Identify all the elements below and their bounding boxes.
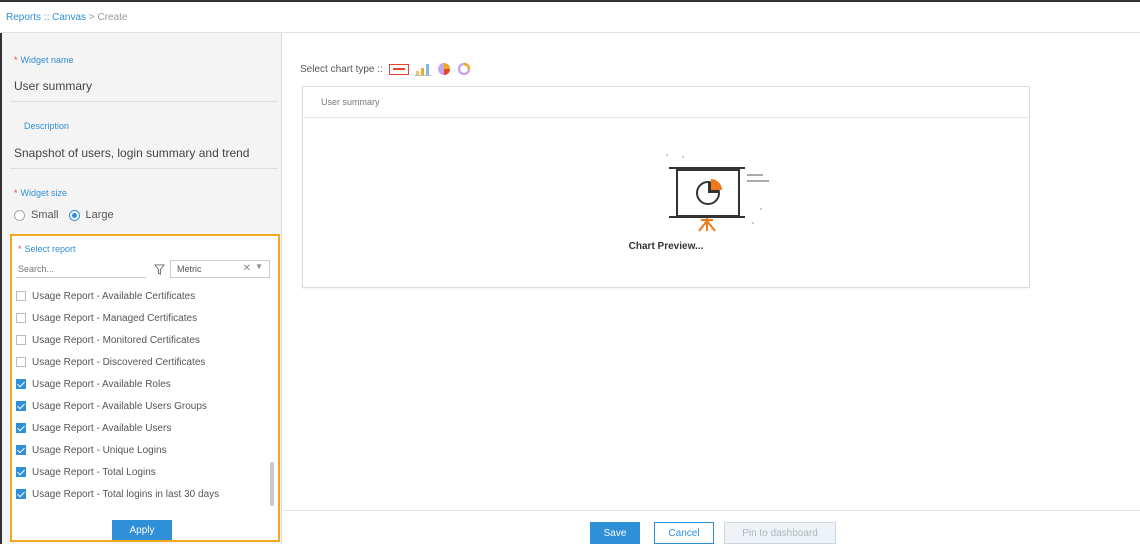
widget-config-panel: * Widget name User summary Description Sn…: [0, 33, 282, 544]
pie-chart-icon[interactable]: [437, 62, 451, 76]
widget-name-input[interactable]: User summary: [14, 79, 92, 93]
divider: [303, 117, 1029, 118]
clear-icon[interactable]: ✕: [243, 263, 251, 274]
report-list-item[interactable]: Usage Report - Managed Certificates: [16, 307, 268, 329]
select-report-section: *Select report Metric ✕ ▼ Usage Report -…: [10, 234, 280, 542]
cancel-button[interactable]: Cancel: [654, 522, 714, 544]
presentation-board-icon: [663, 153, 773, 240]
report-list-scrollbar[interactable]: [270, 462, 274, 506]
widget-size-radio-group: Small Large: [14, 209, 114, 221]
report-list-item[interactable]: Usage Report - Available Users: [16, 417, 268, 439]
donut-chart-icon[interactable]: [457, 62, 471, 76]
report-label: Usage Report - Total logins in last 30 d…: [32, 488, 220, 500]
bar-chart-icon[interactable]: [414, 62, 431, 76]
radio-large-label: Large: [85, 209, 114, 221]
report-list: Usage Report - Available Certificates Us…: [16, 285, 268, 505]
report-label: Usage Report - Monitored Certificates: [32, 334, 200, 346]
save-button[interactable]: Save: [590, 522, 640, 544]
widget-name-label: * Widget name: [14, 55, 74, 65]
report-label: Usage Report - Available Certificates: [32, 290, 196, 302]
report-label: Usage Report - Available Roles: [32, 378, 171, 390]
preview-title: User summary: [321, 97, 380, 107]
report-list-item[interactable]: Usage Report - Available Certificates: [16, 285, 268, 307]
table-icon[interactable]: [388, 62, 409, 76]
description-input[interactable]: Snapshot of users, login summary and tre…: [14, 146, 249, 160]
report-label: Usage Report - Available Users: [32, 422, 172, 434]
report-label: Usage Report - Total Logins: [32, 466, 156, 478]
divider: [10, 168, 278, 169]
report-list-item[interactable]: Usage Report - Discovered Certificates: [16, 351, 268, 373]
breadcrumb-separator: >: [86, 12, 98, 23]
chart-preview-caption: Chart Preview...: [628, 241, 704, 252]
radio-small-label: Small: [31, 209, 59, 221]
chart-preview-card: User summary Chart Preview...: [302, 86, 1030, 288]
breadcrumb-separator: ::: [41, 12, 53, 23]
report-checkbox[interactable]: [16, 445, 26, 455]
divider: [10, 101, 278, 102]
select-report-label: * Select report: [18, 244, 76, 254]
breadcrumb-canvas[interactable]: Canvas: [52, 12, 86, 23]
report-checkbox[interactable]: [16, 401, 26, 411]
metric-select[interactable]: Metric ✕ ▼: [170, 260, 270, 278]
report-label: Usage Report - Available Users Groups: [32, 400, 207, 412]
metric-select-value: Metric: [177, 264, 202, 274]
report-list-item[interactable]: Usage Report - Unique Logins: [16, 439, 268, 461]
report-list-item[interactable]: Usage Report - Available Users Groups: [16, 395, 268, 417]
window-top-border: [0, 0, 1140, 2]
report-checkbox[interactable]: [16, 357, 26, 367]
report-label: Usage Report - Discovered Certificates: [32, 356, 206, 368]
report-checkbox[interactable]: [16, 423, 26, 433]
report-label: Usage Report - Managed Certificates: [32, 312, 198, 324]
chart-type-selector: Select chart type ::: [300, 62, 471, 76]
radio-small[interactable]: [14, 209, 25, 221]
report-checkbox[interactable]: [16, 335, 26, 345]
widget-size-label: * Widget size: [14, 188, 68, 198]
breadcrumb-current: Create: [97, 12, 128, 23]
report-checkbox[interactable]: [16, 313, 26, 323]
report-checkbox[interactable]: [16, 467, 26, 477]
report-list-item[interactable]: Usage Report - Monitored Certificates: [16, 329, 268, 351]
apply-button[interactable]: Apply: [112, 520, 172, 540]
pin-to-dashboard-button[interactable]: Pin to dashboard: [724, 522, 836, 544]
breadcrumb: Reports :: Canvas > Create: [6, 12, 127, 23]
report-label: Usage Report - Unique Logins: [32, 444, 167, 456]
chart-type-label: Select chart type ::: [300, 63, 383, 75]
report-checkbox[interactable]: [16, 291, 26, 301]
description-label: Description: [24, 121, 70, 131]
report-checkbox[interactable]: [16, 489, 26, 499]
radio-large[interactable]: [68, 209, 80, 221]
report-list-item[interactable]: Usage Report - Available Roles: [16, 373, 268, 395]
report-list-item[interactable]: Usage Report - Total Logins: [16, 461, 268, 483]
filter-icon[interactable]: [150, 260, 168, 278]
chevron-down-icon[interactable]: ▼: [255, 262, 263, 271]
breadcrumb-reports[interactable]: Reports: [6, 12, 41, 23]
footer-divider: [283, 510, 1140, 511]
report-list-item[interactable]: Usage Report - Total logins in last 30 d…: [16, 483, 268, 505]
report-search-input[interactable]: [16, 260, 146, 278]
report-checkbox[interactable]: [16, 379, 26, 389]
